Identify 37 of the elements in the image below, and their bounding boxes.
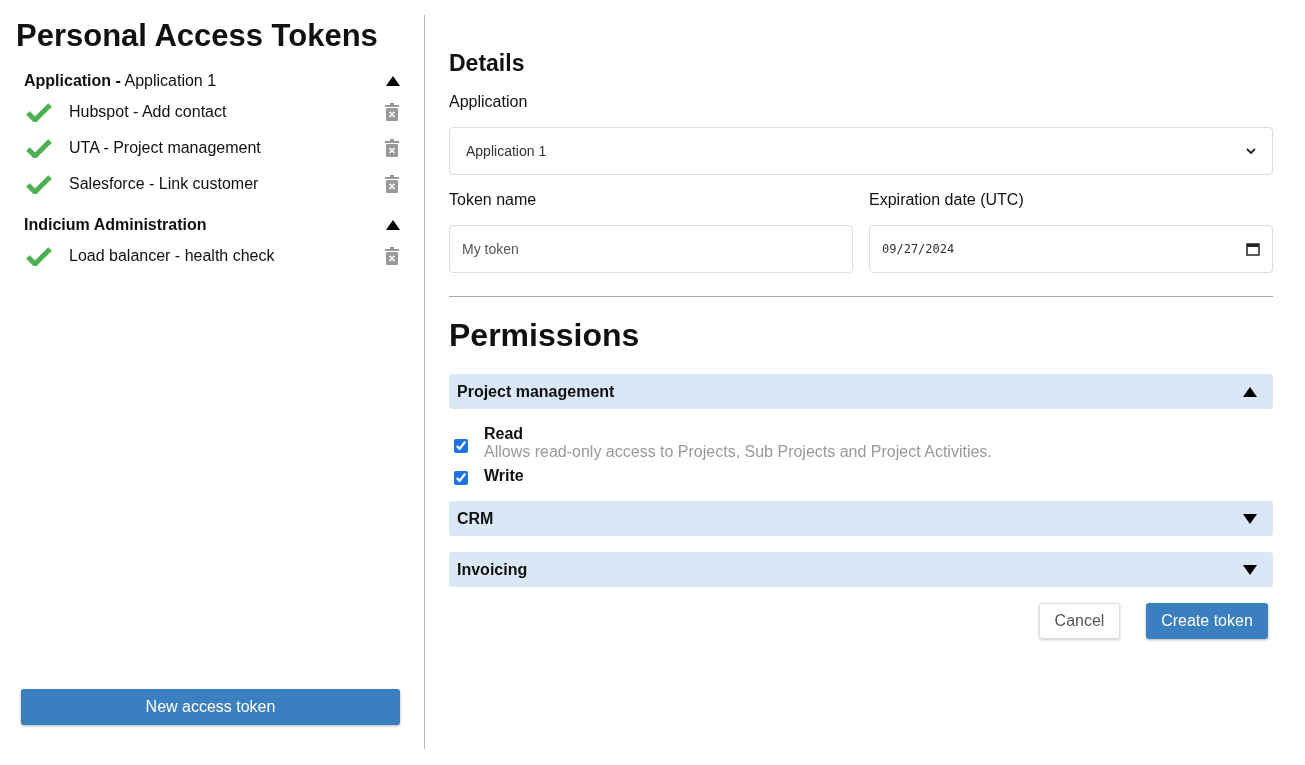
trash-icon[interactable] (385, 175, 399, 193)
caret-icon[interactable] (1243, 564, 1257, 575)
permission-label: Read (484, 425, 525, 443)
caret-icon[interactable] (1243, 386, 1257, 397)
caret-icon[interactable] (386, 220, 400, 230)
trash-icon[interactable] (385, 103, 399, 121)
calendar-icon[interactable] (1246, 242, 1260, 256)
accordion-header[interactable]: Invoicing (449, 552, 1273, 587)
application-select[interactable]: Application 1 (449, 127, 1273, 175)
field-label: Token name (449, 191, 538, 209)
group-header[interactable]: Indicium Administration (24, 216, 207, 234)
group-header[interactable]: Application - Application 1 (24, 72, 217, 90)
chevron-down-icon[interactable] (1246, 148, 1256, 154)
permission-label: Write (484, 467, 524, 485)
token-name-field[interactable]: My token (449, 225, 853, 273)
accordion-header[interactable]: CRM (449, 501, 1273, 536)
accordion-header[interactable]: Project management (449, 374, 1273, 409)
caret-icon[interactable] (386, 76, 400, 86)
section-title: Permissions (449, 317, 641, 354)
trash-icon[interactable] (385, 247, 399, 265)
token-name[interactable]: UTA - Project management (69, 139, 385, 157)
token-name[interactable]: Load balancer - health check (69, 247, 385, 265)
permission-description: Allows read-only access to Projects, Sub Projects and Project Activities. (484, 443, 992, 461)
new-access-token-button[interactable]: New access token (21, 689, 400, 725)
create-token-button[interactable]: Create token (1146, 603, 1268, 639)
token-name[interactable]: Hubspot - Add contact (69, 103, 385, 121)
cancel-button[interactable]: Cancel (1039, 603, 1120, 639)
expiration-date-field[interactable]: 09/27/2024 (869, 225, 1273, 273)
page-title: Personal Access Tokens (16, 18, 379, 54)
section-title: Details (449, 50, 526, 77)
field-label: Application (449, 93, 529, 111)
trash-icon[interactable] (385, 139, 399, 157)
permission-checkbox[interactable] (454, 439, 468, 453)
field-label: Expiration date (UTC) (869, 191, 1025, 209)
token-name[interactable]: Salesforce - Link customer (69, 175, 385, 193)
permission-checkbox[interactable] (454, 471, 468, 485)
caret-icon[interactable] (1243, 513, 1257, 524)
